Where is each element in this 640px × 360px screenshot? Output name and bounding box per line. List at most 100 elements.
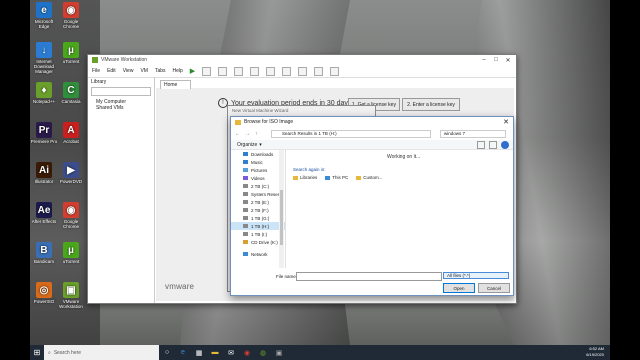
menu-file[interactable]: File: [92, 68, 100, 74]
desktop-icon[interactable]: ↓ Internet Download Manager: [30, 42, 58, 74]
desktop-icon[interactable]: B Bandicam: [30, 242, 58, 264]
desktop-icon[interactable]: ◎ PowerISO: [30, 282, 58, 304]
dialog-titlebar[interactable]: Browse for ISO Image: [231, 117, 513, 127]
desktop-icon[interactable]: µ uTorrent: [57, 42, 85, 64]
vmware-brand-logo: vmware: [165, 282, 195, 291]
close-icon[interactable]: ✕: [503, 118, 509, 126]
library-item-shared-vms[interactable]: Shared VMs: [88, 105, 154, 111]
drive-icon: [243, 232, 248, 236]
address-text: Search Results in 1 TB (H:): [282, 131, 337, 136]
desktop-icon[interactable]: ▣ VMware Workstation: [57, 282, 85, 309]
taskbar-search[interactable]: ⌕ Search here: [44, 345, 159, 360]
chrome-icon[interactable]: ◉: [239, 345, 255, 360]
nav-item[interactable]: 1 TB (G:): [231, 214, 285, 222]
nav-item-label: Music: [251, 159, 263, 165]
toolbar-button[interactable]: [298, 66, 308, 76]
desktop-icon[interactable]: e Microsoft Edge: [30, 2, 58, 29]
enter-license-button[interactable]: 2. Enter a license key: [402, 98, 460, 111]
nav-item[interactable]: Music: [231, 158, 285, 166]
nav-item[interactable]: 2 TB (C:): [231, 182, 285, 190]
menu-help[interactable]: Help: [173, 68, 183, 74]
toolbar-button[interactable]: [266, 66, 276, 76]
minimize-icon[interactable]: –: [478, 55, 490, 65]
help-icon[interactable]: [501, 140, 509, 149]
vmware-titlebar[interactable]: VMware Workstation – □ ✕: [88, 55, 516, 65]
file-type-select[interactable]: All files (*.*): [443, 272, 509, 279]
desktop-icon[interactable]: ▶ PowerDVD: [57, 162, 85, 184]
desktop-icon[interactable]: ◉ Google Chrome: [57, 2, 85, 29]
desktop-icon[interactable]: Ai Illustrator: [30, 162, 58, 184]
location-custom[interactable]: Custom...: [356, 175, 383, 180]
nav-item[interactable]: Videos: [231, 174, 285, 182]
desktop-icon-label: VMware Workstation: [59, 299, 83, 309]
desktop-icon[interactable]: ♦ Notepad++: [30, 82, 58, 104]
edge-icon[interactable]: e: [175, 345, 191, 360]
nav-item[interactable]: 1 TB (I:): [231, 230, 285, 238]
nav-item[interactable]: Pictures: [231, 166, 285, 174]
dialog-title: Browse for ISO Image: [244, 119, 294, 125]
desktop-icon[interactable]: C Camtasia: [57, 82, 85, 104]
maximize-icon[interactable]: □: [490, 55, 502, 65]
mail-icon[interactable]: ✉: [223, 345, 239, 360]
camtasia-icon[interactable]: ◍: [255, 345, 271, 360]
up-arrow-icon[interactable]: ↑: [255, 131, 258, 137]
power-on-icon[interactable]: ▶: [190, 67, 195, 75]
desktop-icon[interactable]: Ae After Effects: [30, 202, 58, 224]
organize-button[interactable]: Organize: [237, 142, 257, 148]
close-icon[interactable]: ✕: [502, 55, 514, 65]
nav-item[interactable]: 2 TB (E:): [231, 198, 285, 206]
vmware-taskbar-icon[interactable]: ▣: [271, 345, 287, 360]
toolbar-button[interactable]: [218, 66, 228, 76]
menu-vm[interactable]: VM: [140, 68, 148, 74]
nav-scrollbar[interactable]: [279, 150, 284, 268]
browse-iso-dialog[interactable]: Browse for ISO Image ✕ ← → ↑ Search Resu…: [230, 116, 514, 296]
desktop-icon-label: uTorrent: [62, 59, 80, 64]
toolbar-button[interactable]: [234, 66, 244, 76]
toolbar-button[interactable]: [250, 66, 260, 76]
file-name-row: File name: All files (*.*): [231, 272, 513, 281]
menu-edit[interactable]: Edit: [107, 68, 116, 74]
task-view-icon[interactable]: ○: [159, 345, 175, 360]
location-this-pc[interactable]: This PC: [325, 175, 348, 180]
back-arrow-icon[interactable]: ←: [235, 131, 240, 137]
library-search-input[interactable]: [91, 87, 151, 96]
file-name-input[interactable]: [296, 272, 442, 281]
view-options-icon[interactable]: [477, 140, 485, 149]
open-button[interactable]: Open: [443, 283, 475, 293]
desktop-icon-label: PowerISO: [33, 299, 55, 304]
nav-item[interactable]: 2 TB (F:): [231, 206, 285, 214]
store-icon[interactable]: ▦: [191, 345, 207, 360]
nav-item[interactable]: System Reserve: [231, 190, 285, 198]
navigation-pane: Downloads Music Pictures Videos 2 TB (C:) Sys…: [231, 150, 286, 268]
toolbar-button[interactable]: [202, 66, 212, 76]
file-explorer-icon[interactable]: ▬: [207, 345, 223, 360]
desktop-icon[interactable]: A Acrobat: [57, 122, 85, 144]
cancel-button[interactable]: Cancel: [478, 283, 510, 293]
library-pane: Library My Computer Shared VMs: [88, 77, 155, 303]
desktop-icon[interactable]: Pr Premiere Pro: [30, 122, 58, 144]
preview-pane-icon[interactable]: [489, 140, 497, 149]
nav-item[interactable]: Downloads: [231, 150, 285, 158]
desktop-icon[interactable]: ◉ Google Chrome: [57, 202, 85, 229]
file-type-value: All files (*.*): [447, 273, 471, 278]
address-bar[interactable]: Search Results in 1 TB (H:): [271, 129, 431, 138]
windows-start-icon[interactable]: ⊞: [30, 345, 44, 360]
location-libraries[interactable]: Libraries: [293, 175, 317, 180]
menu-tabs[interactable]: Tabs: [155, 68, 166, 74]
search-input[interactable]: windows 7: [440, 129, 506, 138]
nav-item[interactable]: 1 TB (H:): [231, 222, 285, 230]
toolbar-button[interactable]: [282, 66, 292, 76]
toolbar-button[interactable]: [314, 66, 324, 76]
nav-item[interactable]: CD Drive (K:): [231, 238, 285, 246]
scroll-thumb[interactable]: [280, 190, 283, 245]
nav-item[interactable]: Network: [231, 250, 285, 258]
system-clock[interactable]: 6:52 AM 6/19/2020: [586, 346, 604, 358]
vmware-title: VMware Workstation: [101, 57, 148, 63]
folder-icon: [356, 175, 362, 180]
desktop-icon[interactable]: µ uTorrent: [57, 242, 85, 264]
forward-arrow-icon[interactable]: →: [245, 131, 250, 137]
toolbar-button[interactable]: [330, 66, 340, 76]
tab-home[interactable]: Home: [160, 80, 191, 89]
search-locations: Libraries This PC Custom...: [293, 175, 391, 180]
menu-view[interactable]: View: [123, 68, 134, 74]
